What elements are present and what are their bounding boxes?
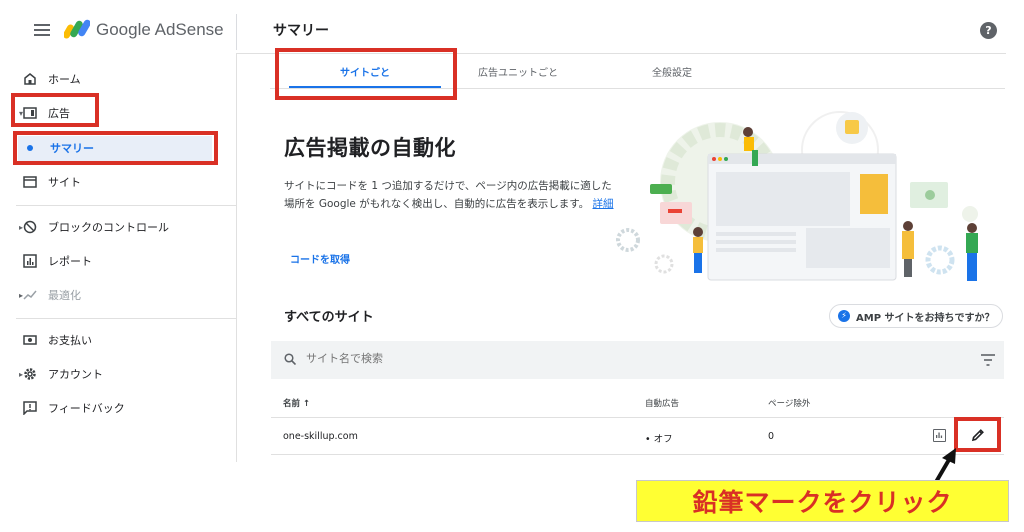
sidebar-item-label: ブロックのコントロール xyxy=(48,221,169,234)
sidebar-item-label: フィードバック xyxy=(48,402,125,415)
sidebar-item-optimization[interactable]: ▸ 最適化 xyxy=(19,284,81,306)
brand-name: Google AdSense xyxy=(96,20,224,39)
all-sites-heading: すべてのサイト xyxy=(284,310,374,325)
sidebar-item-label: 最適化 xyxy=(48,289,81,302)
get-code-button[interactable]: コードを取得 xyxy=(290,251,350,266)
site-search-input[interactable] xyxy=(306,352,706,365)
column-header-name[interactable]: 名前 ↑ xyxy=(283,397,310,409)
divider xyxy=(271,454,1004,455)
pencil-icon xyxy=(971,428,984,441)
page-exclusions-count: 0 xyxy=(768,431,775,442)
sites-icon xyxy=(22,174,38,190)
amp-button-label: AMP サイトをお持ちですか？ xyxy=(856,312,995,324)
page-title: サマリー xyxy=(273,23,329,39)
sidebar-item-block-controls[interactable]: ▸ ブロックのコントロール xyxy=(19,216,169,238)
column-header-auto-ads: 自動広告 xyxy=(645,399,680,409)
sidebar-item-sites[interactable]: サイト xyxy=(22,171,81,193)
amp-sites-button[interactable]: ⚡ AMP サイトをお持ちですか？ xyxy=(829,304,1003,328)
gear-icon xyxy=(22,366,38,382)
search-icon xyxy=(284,353,296,365)
auto-ads-title: 広告掲載の自動化 xyxy=(284,136,456,160)
sidebar-item-label: お支払い xyxy=(48,334,92,347)
site-search-bar xyxy=(271,341,1004,379)
highlight-box-summary xyxy=(13,131,218,165)
home-icon xyxy=(22,71,38,87)
sidebar-item-label: サイト xyxy=(48,176,81,189)
edit-site-button[interactable] xyxy=(954,417,1001,452)
auto-ads-status: • オフ xyxy=(645,434,673,445)
highlight-box-ads xyxy=(11,93,99,127)
sidebar-item-payments[interactable]: お支払い xyxy=(22,329,92,351)
filter-icon[interactable] xyxy=(981,354,995,366)
top-bar: Google AdSense サマリー ? xyxy=(0,0,1024,60)
column-header-page-exclusions: ページ除外 xyxy=(768,399,811,409)
sidebar-item-feedback[interactable]: フィードバック xyxy=(22,397,125,419)
sidebar-divider xyxy=(236,54,237,462)
help-icon[interactable]: ? xyxy=(980,22,997,39)
lightning-icon: ⚡ xyxy=(838,310,850,322)
menu-icon[interactable] xyxy=(34,24,50,36)
auto-ads-illustration xyxy=(616,111,978,281)
site-name[interactable]: one-skillup.com xyxy=(283,431,358,442)
auto-ads-description-text: サイトにコードを 1 つ追加するだけで、ページ内の広告掲載に適した場所を Goo… xyxy=(284,180,612,210)
expand-caret-icon: ▸ xyxy=(19,369,24,379)
sidebar-item-reports[interactable]: レポート xyxy=(22,250,92,272)
sidebar-item-label: ホーム xyxy=(48,73,81,86)
auto-ads-description: サイトにコードを 1 つ追加するだけで、ページ内の広告掲載に適した場所を Goo… xyxy=(284,177,614,213)
optimize-icon xyxy=(22,287,38,303)
block-icon xyxy=(22,219,38,235)
divider xyxy=(271,417,1004,418)
adsense-logo-icon xyxy=(64,19,90,39)
annotation-callout: 鉛筆マークをクリック xyxy=(636,480,1009,522)
expand-caret-icon: ▸ xyxy=(19,290,24,300)
divider xyxy=(16,318,236,319)
divider xyxy=(16,205,236,206)
report-icon[interactable] xyxy=(933,429,946,442)
sidebar-item-label: レポート xyxy=(48,255,92,268)
feedback-icon xyxy=(22,400,38,416)
report-icon xyxy=(22,253,38,269)
tab-general-settings[interactable]: 全般設定 xyxy=(606,64,738,79)
sidebar-item-account[interactable]: ▸ アカウント xyxy=(19,363,103,385)
divider xyxy=(236,14,237,50)
sidebar-item-home[interactable]: ホーム xyxy=(22,68,81,90)
expand-caret-icon: ▸ xyxy=(19,222,24,232)
sidebar-item-label: アカウント xyxy=(48,368,103,381)
tab-by-ad-unit[interactable]: 広告ユニットごと xyxy=(452,64,584,79)
highlight-box-tab xyxy=(275,48,457,100)
payment-icon xyxy=(22,332,38,348)
